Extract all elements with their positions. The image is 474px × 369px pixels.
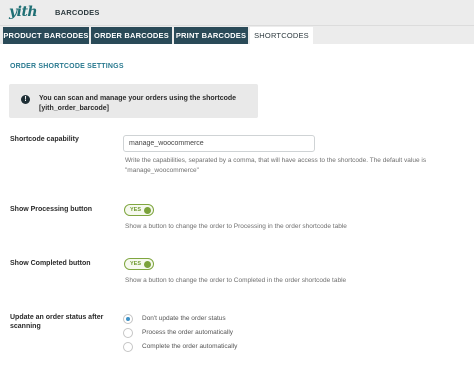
shortcode-capability-input[interactable] bbox=[123, 135, 315, 152]
top-header: yith BARCODES bbox=[0, 0, 474, 26]
toggle-knob bbox=[144, 207, 151, 214]
toggle-state-text: YES bbox=[130, 261, 142, 267]
radio-button[interactable] bbox=[123, 314, 133, 324]
description-line-1: Write the capabilities, separated by a c… bbox=[125, 157, 427, 164]
radio-button[interactable] bbox=[123, 328, 133, 338]
notice-text: You can scan and manage your orders usin… bbox=[39, 94, 236, 114]
notice-line-2: [yith_order_barcode] bbox=[39, 105, 110, 112]
tab-product-barcodes[interactable]: PRODUCT BARCODES bbox=[3, 27, 89, 44]
show-completed-description: Show a button to change the order to Com… bbox=[125, 277, 347, 284]
show-processing-description: Show a button to change the order to Pro… bbox=[125, 223, 347, 230]
tab-bar: PRODUCT BARCODES ORDER BARCODES PRINT BA… bbox=[0, 26, 474, 44]
plugin-title: BARCODES bbox=[55, 8, 100, 17]
section-title: ORDER SHORTCODE SETTINGS bbox=[10, 63, 124, 70]
show-processing-label: Show Processing button bbox=[10, 206, 93, 213]
shortcode-capability-description: Write the capabilities, separated by a c… bbox=[125, 156, 426, 176]
toggle-knob bbox=[144, 261, 151, 268]
tab-shortcodes[interactable]: SHORTCODES bbox=[250, 27, 313, 44]
yith-logo: yith bbox=[9, 4, 38, 20]
show-completed-label: Show Completed button bbox=[10, 260, 91, 267]
radio-button[interactable] bbox=[123, 342, 133, 352]
radio-label: Complete the order automatically bbox=[142, 343, 238, 350]
info-icon: ! bbox=[21, 95, 30, 104]
description-line-2: "manage_woocommerce" bbox=[125, 167, 199, 174]
show-processing-toggle[interactable]: YES bbox=[124, 204, 154, 216]
tab-order-barcodes[interactable]: ORDER BARCODES bbox=[91, 27, 172, 44]
radio-label: Process the order automatically bbox=[142, 329, 234, 336]
update-status-label: Update an order status after scanning bbox=[10, 313, 103, 331]
tab-print-barcodes[interactable]: PRINT BARCODES bbox=[174, 27, 248, 44]
info-notice: ! You can scan and manage your orders us… bbox=[9, 84, 258, 118]
update-status-label-line-1: Update an order status after bbox=[10, 314, 104, 321]
toggle-state-text: YES bbox=[130, 207, 142, 213]
shortcode-capability-label: Shortcode capability bbox=[10, 136, 79, 143]
notice-line-1: You can scan and manage your orders usin… bbox=[39, 95, 237, 102]
radio-label: Don't update the order status bbox=[142, 315, 226, 322]
show-completed-toggle[interactable]: YES bbox=[124, 258, 154, 270]
update-status-label-line-2: scanning bbox=[10, 323, 41, 330]
